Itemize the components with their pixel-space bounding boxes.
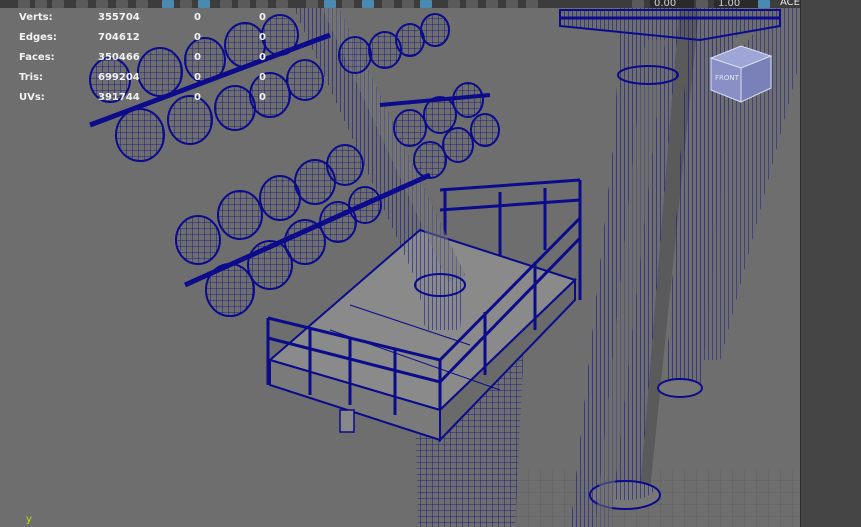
scale-tool-icon[interactable] [52,0,64,8]
ambient-occlusion-icon[interactable] [420,0,432,8]
snap-point-icon[interactable] [116,0,128,8]
isolate-icon[interactable] [276,0,288,8]
3d-viewport[interactable]: 0.00 1.00 ACE Verts: 355704 0 0 Edges: 7… [0,0,800,527]
color-space-label[interactable]: ACE [780,0,800,8]
translate-value-field[interactable]: 0.00 [650,0,694,8]
hud-total: 355704 [98,12,140,23]
shadow-icon[interactable] [256,0,268,8]
backface-icon[interactable] [362,0,374,8]
hud-selected: 0 [194,32,201,43]
hud-component: 0 [259,32,266,43]
hud-total: 704612 [98,32,140,43]
hud-selected: 0 [194,72,201,83]
exposure-icon[interactable] [632,0,644,8]
snap-curve-icon[interactable] [96,0,108,8]
hud-label: Faces: [19,52,55,63]
side-panel [800,0,861,527]
hud-label: Edges: [19,32,57,43]
safe-action-icon[interactable] [526,0,538,8]
smooth-shade-icon[interactable] [198,0,210,8]
scale-value-field[interactable]: 1.00 [714,0,758,8]
motion-blur-icon[interactable] [448,0,460,8]
hud-component: 0 [259,92,266,103]
hud-selected: 0 [194,12,201,23]
depth-of-field-icon[interactable] [402,0,414,8]
viewcube-face-label: FRONT [715,74,740,82]
hud-component: 0 [259,12,266,23]
film-gate-icon[interactable] [486,0,498,8]
antialias-icon[interactable] [382,0,394,8]
snap-view-icon[interactable] [136,0,148,8]
hud-label: UVs: [19,92,45,103]
rotate-tool-icon[interactable] [35,0,47,8]
xray-icon[interactable] [306,0,318,8]
hud-total: 699204 [98,72,140,83]
camera-gate-icon[interactable] [466,0,478,8]
grid-display-icon[interactable] [162,0,174,8]
resolution-gate-icon[interactable] [506,0,518,8]
axis-y-label: y [26,514,32,525]
hud-selected: 0 [194,52,201,63]
xray-joints-icon[interactable] [324,0,336,8]
hud-label: Verts: [19,12,53,23]
snap-grid-icon[interactable] [76,0,88,8]
wireframe-icon[interactable] [180,0,192,8]
status-toolbar: 0.00 1.00 [0,0,800,8]
hud-component: 0 [259,52,266,63]
move-tool-icon[interactable] [18,0,30,8]
viewcube[interactable]: FRONT [703,40,773,105]
hud-selected: 0 [194,92,201,103]
hud-total: 391744 [98,92,140,103]
hud-total: 350466 [98,52,140,63]
hud-component: 0 [259,72,266,83]
lighting-icon[interactable] [238,0,250,8]
xray-active-icon[interactable] [342,0,354,8]
textured-icon[interactable] [220,0,232,8]
gamma-icon[interactable] [696,0,708,8]
color-management-icon[interactable] [758,0,770,8]
hud-label: Tris: [19,72,44,83]
